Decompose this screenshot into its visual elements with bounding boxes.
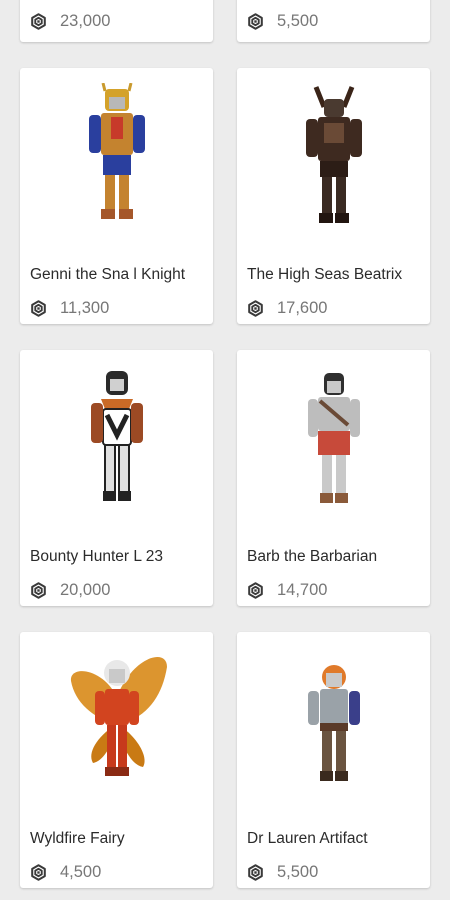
avatar-archaeologist-image bbox=[307, 665, 360, 781]
robux-icon bbox=[30, 582, 47, 599]
item-name: Bounty Hunter L 23 bbox=[30, 548, 163, 565]
item-name: Wyldfire Fairy bbox=[30, 830, 125, 847]
catalog-item-card[interactable]: Genni the Sna l Knight 11,300 bbox=[20, 68, 213, 324]
item-price: 4,500 bbox=[60, 863, 102, 881]
catalog-item-card[interactable]: Barb the Barbarian 14,700 bbox=[237, 350, 430, 606]
item-thumbnail bbox=[237, 632, 430, 822]
avatar-barbarian-image bbox=[307, 373, 360, 503]
item-price: 23,000 bbox=[60, 12, 111, 30]
item-name: The High Seas Beatrix bbox=[247, 266, 403, 283]
robux-icon bbox=[247, 582, 264, 599]
item-thumbnail bbox=[20, 68, 213, 258]
item-price: 5,500 bbox=[277, 12, 319, 30]
robux-icon bbox=[30, 13, 47, 30]
price-row: 14,700 bbox=[247, 581, 327, 600]
catalog-item-card[interactable]: 23,000 bbox=[20, 0, 213, 42]
avatar-pirate-image bbox=[305, 86, 362, 223]
item-thumbnail bbox=[20, 350, 213, 540]
price-row: 5,500 bbox=[247, 863, 318, 882]
price-row: 23,000 bbox=[30, 12, 110, 31]
price-row: 4,500 bbox=[30, 863, 101, 882]
item-name: Genni the Sna l Knight bbox=[30, 266, 186, 283]
catalog-item-card[interactable]: The High Seas Beatrix 17,600 bbox=[237, 68, 430, 324]
item-price: 14,700 bbox=[277, 581, 328, 599]
item-thumbnail bbox=[237, 68, 430, 258]
item-price: 5,500 bbox=[277, 863, 319, 881]
robux-icon bbox=[30, 300, 47, 317]
avatar-bounty-hunter-image bbox=[90, 371, 143, 501]
item-price: 17,600 bbox=[277, 299, 328, 317]
catalog-item-card[interactable]: Wyldfire Fairy 4,500 bbox=[20, 632, 213, 888]
item-price: 20,000 bbox=[60, 581, 111, 599]
robux-icon bbox=[247, 300, 264, 317]
price-row: 20,000 bbox=[30, 581, 110, 600]
catalog-item-card[interactable]: 5,500 bbox=[237, 0, 430, 42]
price-row: 5,500 bbox=[247, 12, 318, 31]
robux-icon bbox=[247, 864, 264, 881]
robux-icon bbox=[247, 13, 264, 30]
catalog-item-card[interactable]: Dr Lauren Artifact 5,500 bbox=[237, 632, 430, 888]
item-name: Barb the Barbarian bbox=[247, 548, 378, 565]
avatar-fairy-image bbox=[70, 657, 167, 776]
item-name: Dr Lauren Artifact bbox=[247, 830, 368, 847]
item-thumbnail bbox=[237, 350, 430, 540]
robux-icon bbox=[30, 864, 47, 881]
item-price: 11,300 bbox=[60, 299, 110, 317]
avatar-knight-image bbox=[88, 83, 145, 219]
catalog-item-card[interactable]: Bounty Hunter L 23 20,000 bbox=[20, 350, 213, 606]
price-row: 11,300 bbox=[30, 299, 109, 318]
item-thumbnail bbox=[20, 632, 213, 822]
price-row: 17,600 bbox=[247, 299, 327, 318]
